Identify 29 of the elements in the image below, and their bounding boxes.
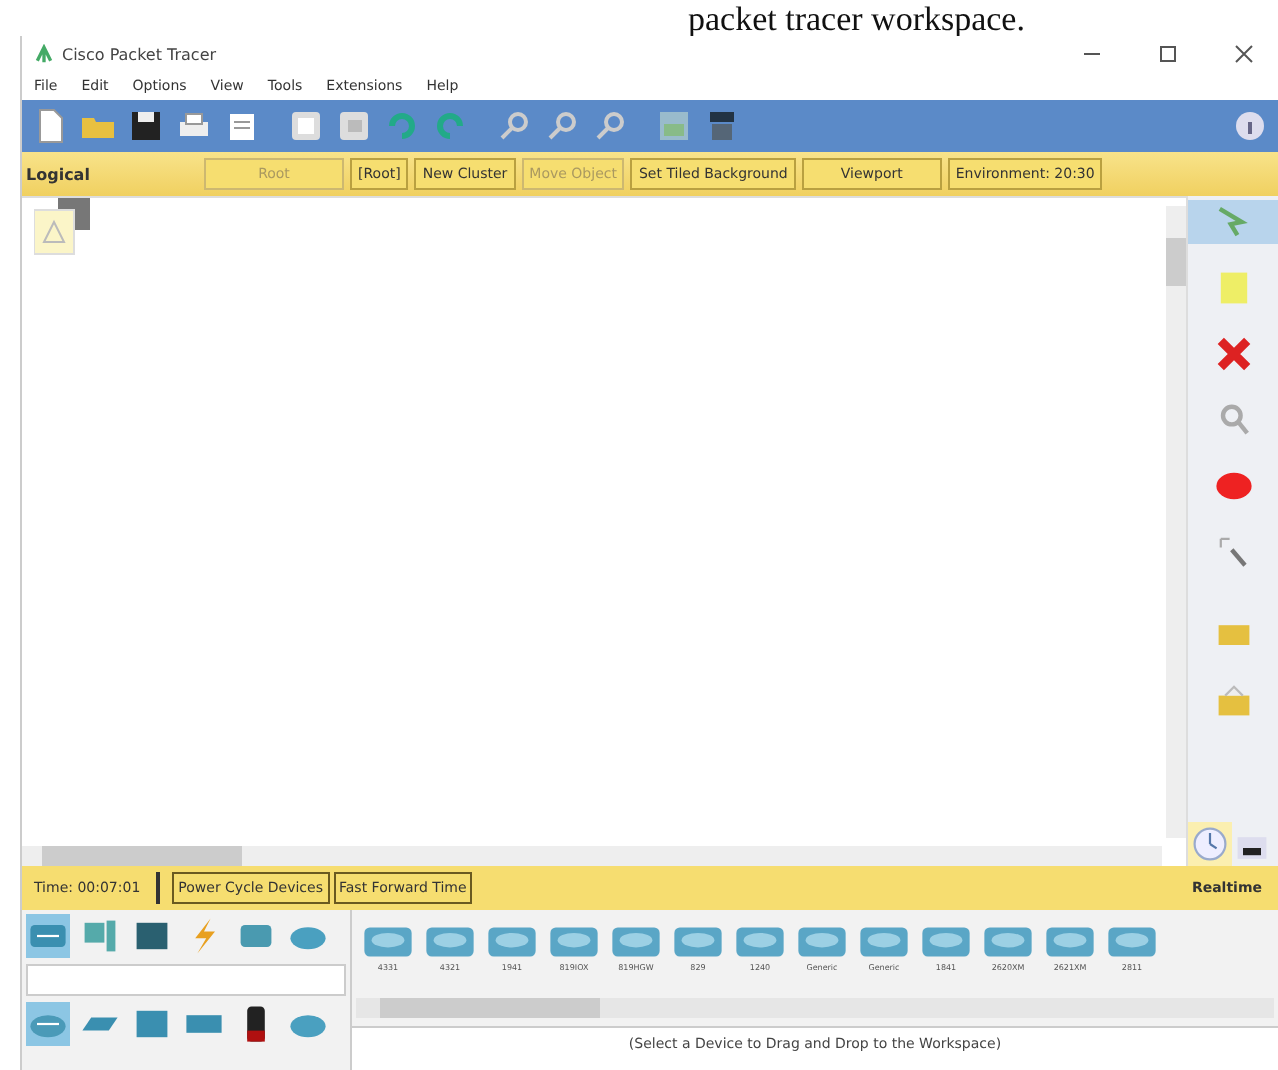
close-icon[interactable]	[1234, 44, 1254, 64]
router-icon[interactable]	[548, 922, 600, 962]
save-icon[interactable]	[126, 106, 166, 146]
router-icon[interactable]	[486, 922, 538, 962]
router-icon[interactable]	[362, 922, 414, 962]
router-icon[interactable]	[1044, 922, 1096, 962]
horizontal-scrollbar[interactable]	[22, 846, 1162, 866]
window-title: Cisco Packet Tracer	[62, 45, 217, 63]
router-icon[interactable]	[672, 922, 724, 962]
router-icon[interactable]	[1106, 922, 1158, 962]
router-icon[interactable]	[26, 1002, 70, 1046]
navigation-icon[interactable]	[34, 198, 94, 258]
select-icon[interactable]	[1188, 200, 1278, 244]
vertical-scrollbar[interactable]	[1166, 206, 1186, 838]
router-icon[interactable]	[796, 922, 848, 962]
router-icon[interactable]	[610, 922, 662, 962]
app-icon	[34, 44, 54, 64]
network-device-icon[interactable]	[26, 914, 70, 958]
workspace-mode-label[interactable]: Logical	[22, 165, 198, 183]
router-icon[interactable]	[424, 922, 476, 962]
router-icon[interactable]	[734, 922, 786, 962]
info-icon[interactable]	[1230, 106, 1270, 146]
router-icon[interactable]	[982, 922, 1034, 962]
palette-icon[interactable]	[654, 106, 694, 146]
caption: packet tracer workspace.	[688, 2, 1025, 36]
router-icon[interactable]	[858, 922, 910, 962]
maximize-icon[interactable]	[1158, 44, 1178, 64]
router-icon[interactable]	[920, 922, 972, 962]
horizontal-scrollbar[interactable]	[356, 998, 1274, 1018]
